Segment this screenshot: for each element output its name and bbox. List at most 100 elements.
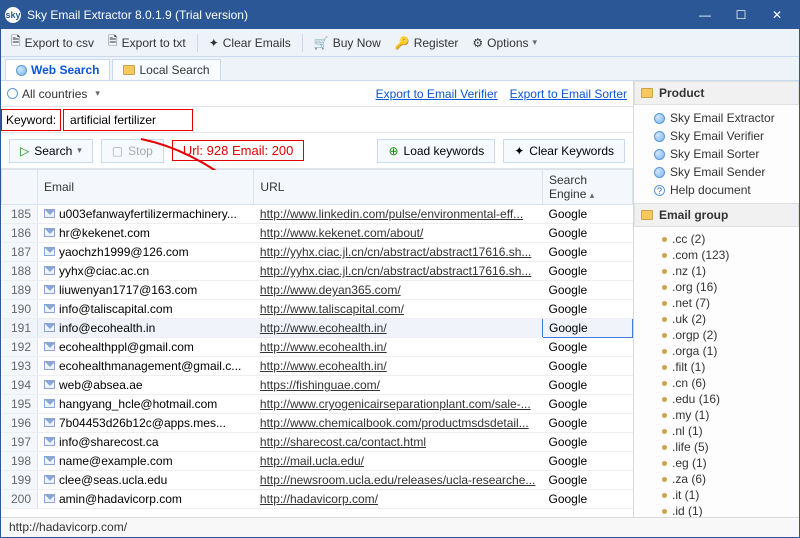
window-title: Sky Email Extractor 8.0.1.9 (Trial versi… [27,8,687,22]
email-group-item[interactable]: .filt (1) [640,359,793,375]
col-engine[interactable]: Search Engine ▴ [543,170,633,205]
bullet-icon [662,413,667,418]
email-group-item[interactable]: .uk (2) [640,311,793,327]
main-toolbar: 🗎Export to csv 🗎Export to txt ✦Clear Ema… [1,29,799,57]
cell-url[interactable]: http://www.ecohealth.in/ [254,338,543,357]
cell-url[interactable]: http://yyhx.ciac.jl.cn/cn/abstract/abstr… [254,243,543,262]
mail-icon [44,437,55,446]
cell-engine: Google [543,471,633,490]
minimize-button[interactable]: — [687,4,723,26]
email-group-item[interactable]: .nl (1) [640,423,793,439]
email-group-item[interactable]: .edu (16) [640,391,793,407]
table-row[interactable]: 191 info@ecohealth.in http://www.ecoheal… [2,319,633,338]
globe-icon [16,65,27,76]
email-group-item[interactable]: .id (1) [640,503,793,517]
bullet-icon [662,333,667,338]
email-group-item[interactable]: .my (1) [640,407,793,423]
cell-url[interactable]: http://www.kekenet.com/about/ [254,224,543,243]
cell-url[interactable]: http://yyhx.ciac.jl.cn/cn/abstract/abstr… [254,262,543,281]
email-group-panel-header: Email group [634,203,799,227]
cell-url[interactable]: http://www.ecohealth.in/ [254,319,543,338]
table-row[interactable]: 185 u003efanwayfertilizermachinery... ht… [2,205,633,224]
table-row[interactable]: 197 info@sharecost.ca http://sharecost.c… [2,433,633,452]
col-email[interactable]: Email [38,170,254,205]
cell-url[interactable]: http://hadavicorp.com/ [254,490,543,509]
table-row[interactable]: 193 ecohealthmanagement@gmail.c... http:… [2,357,633,376]
table-row[interactable]: 186 hr@kekenet.com http://www.kekenet.co… [2,224,633,243]
table-row[interactable]: 192 ecohealthppl@gmail.com http://www.ec… [2,338,633,357]
table-row[interactable]: 188 yyhx@ciac.ac.cn http://yyhx.ciac.jl.… [2,262,633,281]
mail-icon [44,323,55,332]
cell-url[interactable]: http://www.deyan365.com/ [254,281,543,300]
email-group-item[interactable]: .za (6) [640,471,793,487]
cell-url[interactable]: http://sharecost.ca/contact.html [254,433,543,452]
status-bar: http://hadavicorp.com/ [1,517,799,537]
cell-url[interactable]: http://www.ecohealth.in/ [254,357,543,376]
email-group-item[interactable]: .eg (1) [640,455,793,471]
tab-web-search[interactable]: Web Search [5,59,110,80]
table-row[interactable]: 198 name@example.com http://mail.ucla.ed… [2,452,633,471]
globe-icon [654,113,665,124]
options-button[interactable]: ⚙Options ▾ [466,33,543,53]
gear-icon: ⚙ [472,36,483,50]
table-row[interactable]: 190 info@taliscapital.com http://www.tal… [2,300,633,319]
product-item[interactable]: Sky Email Sorter [640,145,793,163]
cell-url[interactable]: http://newsroom.ucla.edu/releases/ucla-r… [254,471,543,490]
mail-icon [44,475,55,484]
table-row[interactable]: 194 web@absea.ae https://fishinguae.com/… [2,376,633,395]
country-dropdown[interactable]: All countries▾ [7,87,100,101]
col-url[interactable]: URL [254,170,543,205]
email-group-item[interactable]: .net (7) [640,295,793,311]
help-item[interactable]: ?Help document [640,181,793,199]
maximize-button[interactable]: ☐ [723,4,759,26]
product-item[interactable]: Sky Email Sender [640,163,793,181]
clear-keywords-button[interactable]: ✦Clear Keywords [503,139,625,163]
clear-emails-button[interactable]: ✦Clear Emails [203,33,297,53]
table-row[interactable]: 189 liuwenyan1717@163.com http://www.dey… [2,281,633,300]
register-button[interactable]: 🔑Register [389,33,465,53]
email-group-item[interactable]: .com (123) [640,247,793,263]
globe-icon [654,131,665,142]
cell-url[interactable]: http://www.cryogenicairseparationplant.c… [254,395,543,414]
results-grid[interactable]: Email URL Search Engine ▴ 185 u003efanwa… [1,169,633,517]
email-group-item[interactable]: .it (1) [640,487,793,503]
export-verifier-link[interactable]: Export to Email Verifier [376,87,498,101]
cell-engine: Google [543,243,633,262]
cell-email: info@ecohealth.in [38,319,254,338]
email-group-item[interactable]: .life (5) [640,439,793,455]
buy-now-button[interactable]: 🛒Buy Now [308,33,387,53]
export-sorter-link[interactable]: Export to Email Sorter [510,87,627,101]
email-group-item[interactable]: .orgp (2) [640,327,793,343]
table-row[interactable]: 200 amin@hadavicorp.com http://hadavicor… [2,490,633,509]
load-keywords-button[interactable]: ⊕Load keywords [377,139,495,163]
cell-url[interactable]: http://www.chemicalbook.com/productmsdsd… [254,414,543,433]
col-num[interactable] [2,170,38,205]
tab-local-search[interactable]: Local Search [112,59,220,80]
cell-url[interactable]: http://mail.ucla.edu/ [254,452,543,471]
action-row: ▷Search▾ ▢Stop Url: 928 Email: 200 ⊕Load… [1,133,633,169]
email-group-item[interactable]: .orga (1) [640,343,793,359]
export-csv-button[interactable]: 🗎Export to csv [5,29,100,56]
email-group-item[interactable]: .cn (6) [640,375,793,391]
email-group-item[interactable]: .org (16) [640,279,793,295]
bullet-icon [662,253,667,258]
export-txt-button[interactable]: 🗎Export to txt [102,29,192,56]
cell-url[interactable]: https://fishinguae.com/ [254,376,543,395]
product-item[interactable]: Sky Email Verifier [640,127,793,145]
table-row[interactable]: 196 7b04453d26b12c@apps.mes... http://ww… [2,414,633,433]
product-item[interactable]: Sky Email Extractor [640,109,793,127]
table-row[interactable]: 195 hangyang_hcle@hotmail.com http://www… [2,395,633,414]
email-group-item[interactable]: .cc (2) [640,231,793,247]
mail-icon [44,228,55,237]
cell-engine: Google [543,319,633,338]
search-button[interactable]: ▷Search▾ [9,139,93,163]
close-button[interactable]: ✕ [759,4,795,26]
email-group-item[interactable]: .nz (1) [640,263,793,279]
table-row[interactable]: 187 yaochzh1999@126.com http://yyhx.ciac… [2,243,633,262]
keyword-input[interactable] [63,109,193,131]
mail-icon [44,342,55,351]
row-number: 196 [2,414,38,433]
table-row[interactable]: 199 clee@seas.ucla.edu http://newsroom.u… [2,471,633,490]
cell-url[interactable]: http://www.taliscapital.com/ [254,300,543,319]
cell-url[interactable]: http://www.linkedin.com/pulse/environmen… [254,205,543,224]
